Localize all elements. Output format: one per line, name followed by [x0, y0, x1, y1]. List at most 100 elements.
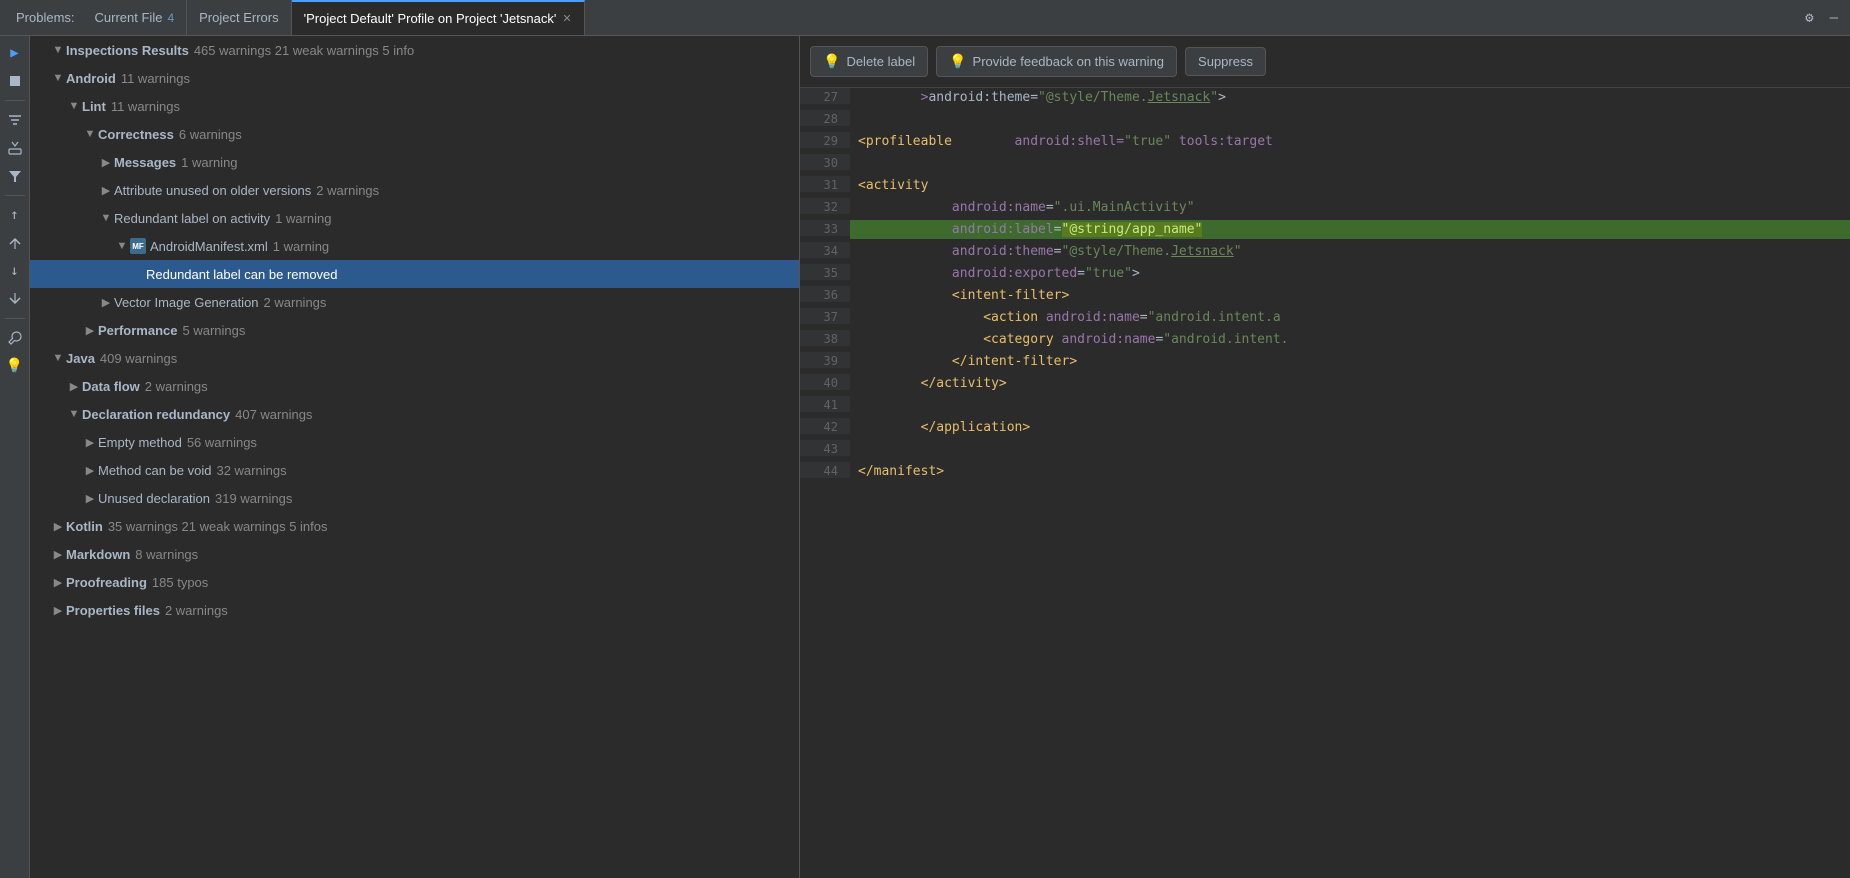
item-count: 407 warnings: [235, 407, 312, 422]
item-label: Properties files: [66, 603, 160, 618]
bulb-icon-2: 💡: [949, 53, 966, 70]
expand-arrow: ▼: [66, 100, 82, 112]
tree-panel[interactable]: ▼ Inspections Results 465 warnings 21 we…: [30, 36, 800, 878]
tree-item[interactable]: ▼ Java 409 warnings: [30, 344, 799, 372]
sort-icon: [8, 113, 22, 127]
tab-profile[interactable]: 'Project Default' Profile on Project 'Je…: [292, 0, 585, 35]
tree-item[interactable]: ▼ Lint 11 warnings: [30, 92, 799, 120]
tree-item[interactable]: ▶ Markdown 8 warnings: [30, 540, 799, 568]
code-line: 35 android:exported="true">: [800, 264, 1850, 286]
line-content: </activity>: [850, 374, 1850, 393]
stop-icon: [8, 74, 22, 88]
toolbar-divider-1: [5, 100, 25, 101]
tree-item[interactable]: ▶ Method can be void 32 warnings: [30, 456, 799, 484]
collapse-icon: [8, 292, 22, 306]
suppress-text: Suppress: [1198, 54, 1253, 69]
collapse-arrow: ▶: [98, 184, 114, 197]
code-line: 28: [800, 110, 1850, 132]
tree-item[interactable]: ▶ Proofreading 185 typos: [30, 568, 799, 596]
wrench-button[interactable]: [4, 327, 26, 349]
expand-arrow: ▼: [114, 240, 130, 252]
minimize-icon[interactable]: —: [1826, 8, 1842, 28]
tree-item[interactable]: ▶ Properties files 2 warnings: [30, 596, 799, 624]
collapse-arrow: ▶: [50, 576, 66, 589]
collapse-button[interactable]: [4, 288, 26, 310]
item-count: 1 warning: [273, 239, 329, 254]
code-line: 44</manifest>: [800, 462, 1850, 484]
export-button[interactable]: [4, 137, 26, 159]
tree-root[interactable]: ▼ Inspections Results 465 warnings 21 we…: [30, 36, 799, 64]
tree-item[interactable]: ▶ Unused declaration 319 warnings: [30, 484, 799, 512]
expand-arrow: ▼: [50, 72, 66, 84]
stop-button[interactable]: [4, 70, 26, 92]
collapse-arrow: ▶: [82, 464, 98, 477]
item-label: Performance: [98, 323, 177, 338]
tab-close-icon[interactable]: ✕: [562, 12, 571, 25]
code-line: 27 >android:theme="@style/Theme.Jetsnack…: [800, 88, 1850, 110]
line-number: 33: [800, 220, 850, 236]
line-number: 40: [800, 374, 850, 390]
expand-arrow: ▼: [66, 408, 82, 420]
item-label: Attribute unused on older versions: [114, 183, 311, 198]
item-label: AndroidManifest.xml: [150, 239, 268, 254]
wrench-icon: [8, 331, 22, 345]
tree-item[interactable]: ▼ Declaration redundancy 407 warnings: [30, 400, 799, 428]
settings-icon[interactable]: ⚙: [1801, 8, 1817, 28]
line-content: [850, 396, 1850, 415]
item-count: 2 warnings: [165, 603, 228, 618]
item-label: Kotlin: [66, 519, 103, 534]
tree-item[interactable]: ▶ Attribute unused on older versions 2 w…: [30, 176, 799, 204]
tab-current-file[interactable]: Current File 4: [83, 0, 188, 35]
tree-item[interactable]: ▶ Performance 5 warnings: [30, 316, 799, 344]
tab-project-errors[interactable]: Project Errors: [187, 0, 291, 35]
line-number: 36: [800, 286, 850, 302]
line-number: 29: [800, 132, 850, 148]
bulb-icon: 💡: [823, 53, 840, 70]
item-label: Vector Image Generation: [114, 295, 259, 310]
code-line: 37 <action android:name="android.intent.…: [800, 308, 1850, 330]
tree-item[interactable]: ▼ MF AndroidManifest.xml 1 warning: [30, 232, 799, 260]
tree-item[interactable]: ▶ Empty method 56 warnings: [30, 428, 799, 456]
line-number: 30: [800, 154, 850, 170]
delete-label-button[interactable]: 💡 Delete label: [810, 46, 928, 77]
code-view[interactable]: 27 >android:theme="@style/Theme.Jetsnack…: [800, 88, 1850, 878]
expand-button[interactable]: [4, 232, 26, 254]
down-button[interactable]: ↓: [4, 260, 26, 282]
item-label: Markdown: [66, 547, 130, 562]
line-content: [850, 110, 1850, 129]
tree-item[interactable]: ▶ Data flow 2 warnings: [30, 372, 799, 400]
collapse-arrow: ▶: [50, 604, 66, 617]
tree-item[interactable]: Redundant label can be removed: [30, 260, 799, 288]
code-line: 39 </intent-filter>: [800, 352, 1850, 374]
line-content: [850, 154, 1850, 173]
bulb-button[interactable]: 💡: [4, 355, 26, 377]
item-count: 1 warning: [275, 211, 331, 226]
item-count: 409 warnings: [100, 351, 177, 366]
suppress-button[interactable]: Suppress: [1185, 47, 1266, 76]
item-count: 2 warnings: [316, 183, 379, 198]
code-line: 30: [800, 154, 1850, 176]
tree-item[interactable]: ▼ Correctness 6 warnings: [30, 120, 799, 148]
line-content: </application>: [850, 418, 1850, 437]
filter-button[interactable]: [4, 165, 26, 187]
line-number: 39: [800, 352, 850, 368]
item-count: 56 warnings: [187, 435, 257, 450]
feedback-text: Provide feedback on this warning: [973, 54, 1165, 69]
sort-button[interactable]: [4, 109, 26, 131]
line-content: </intent-filter>: [850, 352, 1850, 371]
feedback-button[interactable]: 💡 Provide feedback on this warning: [936, 46, 1177, 77]
tree-item[interactable]: ▶ Kotlin 35 warnings 21 weak warnings 5 …: [30, 512, 799, 540]
tree-item[interactable]: ▼ Android 11 warnings: [30, 64, 799, 92]
item-label: Data flow: [82, 379, 140, 394]
item-count: 11 warnings: [121, 71, 190, 86]
tree-item[interactable]: ▶ Messages 1 warning: [30, 148, 799, 176]
run-button[interactable]: ▶: [4, 42, 26, 64]
line-content: >android:theme="@style/Theme.Jetsnack">: [850, 88, 1850, 107]
up-button[interactable]: ↑: [4, 204, 26, 226]
code-line: 43: [800, 440, 1850, 462]
tree-item[interactable]: ▼ Redundant label on activity 1 warning: [30, 204, 799, 232]
tree-item[interactable]: ▶ Vector Image Generation 2 warnings: [30, 288, 799, 316]
collapse-arrow: ▶: [82, 436, 98, 449]
tab-project-errors-label: Project Errors: [199, 10, 278, 25]
line-number: 35: [800, 264, 850, 280]
